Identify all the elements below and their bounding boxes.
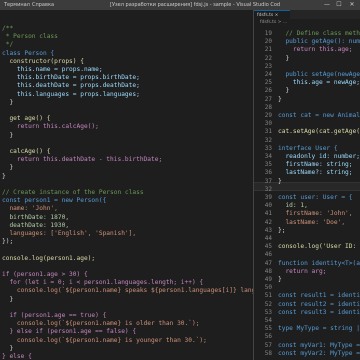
left-code-line[interactable]: console.log(person1.age); xyxy=(2,254,95,263)
title-bar: Терминал Справка [Узел разработки расшир… xyxy=(0,0,360,10)
right-code-line[interactable]: const cat = new Animal( xyxy=(278,111,360,120)
right-code-line[interactable]: lastName?: string; xyxy=(278,168,352,177)
left-code-line[interactable]: } xyxy=(2,295,13,304)
left-editor[interactable]: /** * Person class */class Person { cons… xyxy=(0,24,253,360)
menu-terminal[interactable]: Терминал xyxy=(4,0,30,10)
right-code-line[interactable]: cat.setAge(cat.getAge() xyxy=(278,127,360,136)
left-code-line[interactable]: console.log(`${person1.name} is younger … xyxy=(2,336,207,345)
right-code-line[interactable]: console.log('User ID: ' xyxy=(278,242,360,251)
right-code-line[interactable]: lastName: 'Doe', xyxy=(278,218,345,227)
right-code-line[interactable]: const myVar2: MyType = xyxy=(278,349,360,358)
left-code-line[interactable]: } xyxy=(2,172,6,181)
left-code-line[interactable]: } xyxy=(2,98,13,107)
right-tab-strip: fdsfs.ts × xyxy=(254,10,360,19)
left-code-line[interactable]: this.languages = props.languages; xyxy=(2,90,140,99)
tab-fdsfs-ts[interactable]: fdsfs.ts × xyxy=(254,10,290,19)
left-code-line[interactable]: } else { xyxy=(2,352,32,360)
left-code-line[interactable]: return this.calcAge(); xyxy=(2,122,99,131)
minimize-button[interactable]: — xyxy=(322,0,332,10)
right-code-line[interactable]: this.age = newAge; xyxy=(278,78,360,87)
right-code-line[interactable]: } xyxy=(278,177,282,186)
left-code-line[interactable]: } xyxy=(2,131,13,140)
right-code-line[interactable]: } xyxy=(278,54,289,63)
left-code-line[interactable]: console.log(`${person1.name} speaks ${pe… xyxy=(2,286,253,295)
left-code-line[interactable]: return this.deathDate - this.birthDate; xyxy=(2,155,162,164)
maximize-button[interactable]: ☐ xyxy=(334,0,344,10)
right-code-line[interactable]: }; xyxy=(278,226,285,235)
left-code-line[interactable]: }); xyxy=(2,237,13,246)
close-window-button[interactable]: ✕ xyxy=(347,0,357,10)
right-code-line[interactable]: return arg; xyxy=(278,267,326,276)
window-title: [Узел разработки расширения] fdsj.js - s… xyxy=(110,2,280,8)
right-editor[interactable]: 19 // Define class method 20 public getAg… xyxy=(254,29,360,360)
left-code-line[interactable]: languages: ['English', 'Spanish'], xyxy=(2,229,136,238)
menu-help[interactable]: Справка xyxy=(32,0,54,10)
breadcrumb[interactable]: fdsfs.ts > ... xyxy=(260,19,360,27)
line-number: 58 xyxy=(264,349,272,357)
right-code-line[interactable]: } xyxy=(278,95,282,104)
right-code-line[interactable]: const result3 = identit xyxy=(278,308,360,317)
right-code-line[interactable]: type MyType = string | xyxy=(278,324,360,333)
right-code-line[interactable]: } xyxy=(278,275,282,284)
